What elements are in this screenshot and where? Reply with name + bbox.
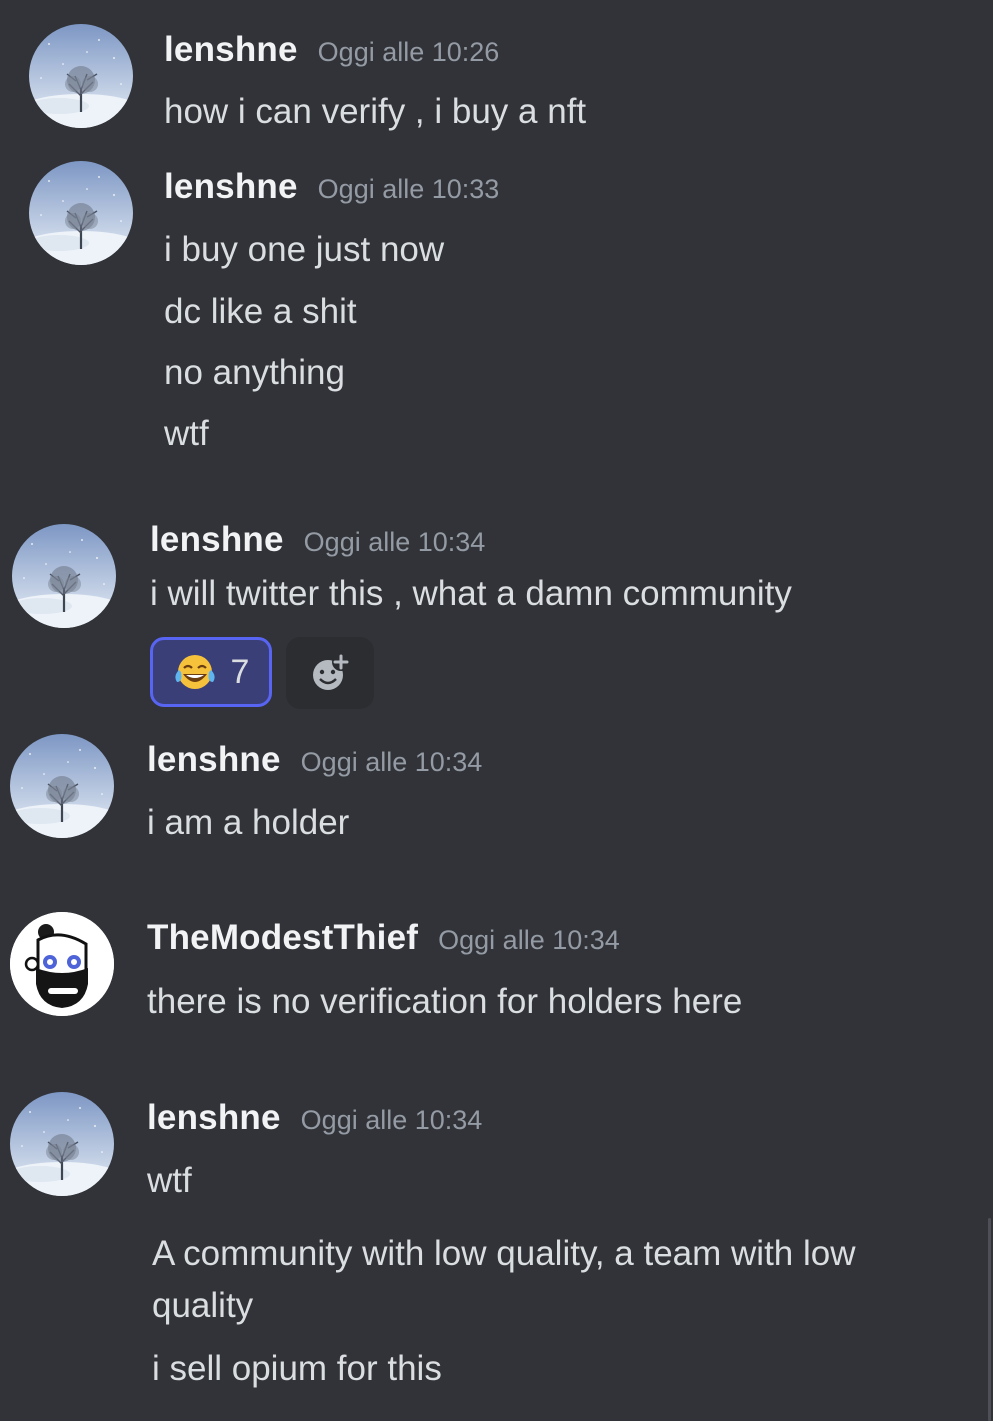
user-avatar[interactable]: [10, 734, 114, 838]
timestamp[interactable]: Oggi alle 10:34: [438, 925, 620, 955]
message-text: how i can verify , i buy a nft: [164, 92, 587, 131]
reaction-button[interactable]: 7: [150, 637, 272, 707]
user-avatar[interactable]: [29, 24, 133, 128]
snowy-tree-avatar-icon: [29, 24, 133, 128]
snowy-tree-avatar-icon: [10, 734, 114, 838]
message-header: TheModestThief Oggi alle 10:34: [147, 918, 620, 958]
message-text: dc like a shit: [164, 292, 357, 331]
snowy-tree-avatar-icon: [12, 524, 116, 628]
timestamp[interactable]: Oggi alle 10:34: [301, 1105, 483, 1135]
message-text: i sell opium for this: [152, 1349, 442, 1388]
username[interactable]: lenshne: [164, 30, 298, 69]
reaction-count: 7: [230, 652, 250, 691]
timestamp[interactable]: Oggi alle 10:26: [318, 37, 500, 67]
message-text: wtf: [147, 1161, 192, 1200]
username[interactable]: lenshne: [147, 740, 281, 779]
message-text: A community with low quality, a team wit…: [152, 1234, 856, 1325]
username[interactable]: lenshne: [150, 520, 284, 559]
scrollbar[interactable]: [988, 1218, 991, 1421]
message-header: lenshne Oggi alle 10:26: [164, 30, 499, 70]
username[interactable]: lenshne: [147, 1098, 281, 1137]
username[interactable]: lenshne: [164, 167, 298, 206]
add-reaction-button[interactable]: [286, 637, 374, 709]
user-avatar[interactable]: [10, 1092, 114, 1196]
add-reaction-icon: [313, 653, 350, 690]
snowy-tree-avatar-icon: [29, 161, 133, 265]
username[interactable]: TheModestThief: [147, 918, 418, 957]
timestamp[interactable]: Oggi alle 10:33: [318, 174, 500, 204]
bearded-man-avatar-icon: [10, 912, 114, 1016]
user-avatar[interactable]: [10, 912, 114, 1016]
face-with-tears-of-joy-icon: [174, 655, 215, 689]
timestamp[interactable]: Oggi alle 10:34: [301, 747, 483, 777]
message-text: i buy one just now: [164, 230, 445, 269]
message-header: lenshne Oggi alle 10:34: [147, 1098, 482, 1138]
message-header: lenshne Oggi alle 10:33: [164, 167, 499, 207]
message-text: i will twitter this , what a damn commun…: [150, 574, 792, 613]
timestamp[interactable]: Oggi alle 10:34: [304, 527, 486, 557]
message-text: there is no verification for holders her…: [147, 982, 743, 1021]
message-header: lenshne Oggi alle 10:34: [147, 740, 482, 780]
user-avatar[interactable]: [29, 161, 133, 265]
snowy-tree-avatar-icon: [10, 1092, 114, 1196]
user-avatar[interactable]: [12, 524, 116, 628]
message-text: no anything: [164, 353, 345, 392]
message-text: wtf: [164, 414, 209, 453]
message-text: i am a holder: [147, 803, 350, 842]
message-header: lenshne Oggi alle 10:34: [150, 520, 485, 560]
